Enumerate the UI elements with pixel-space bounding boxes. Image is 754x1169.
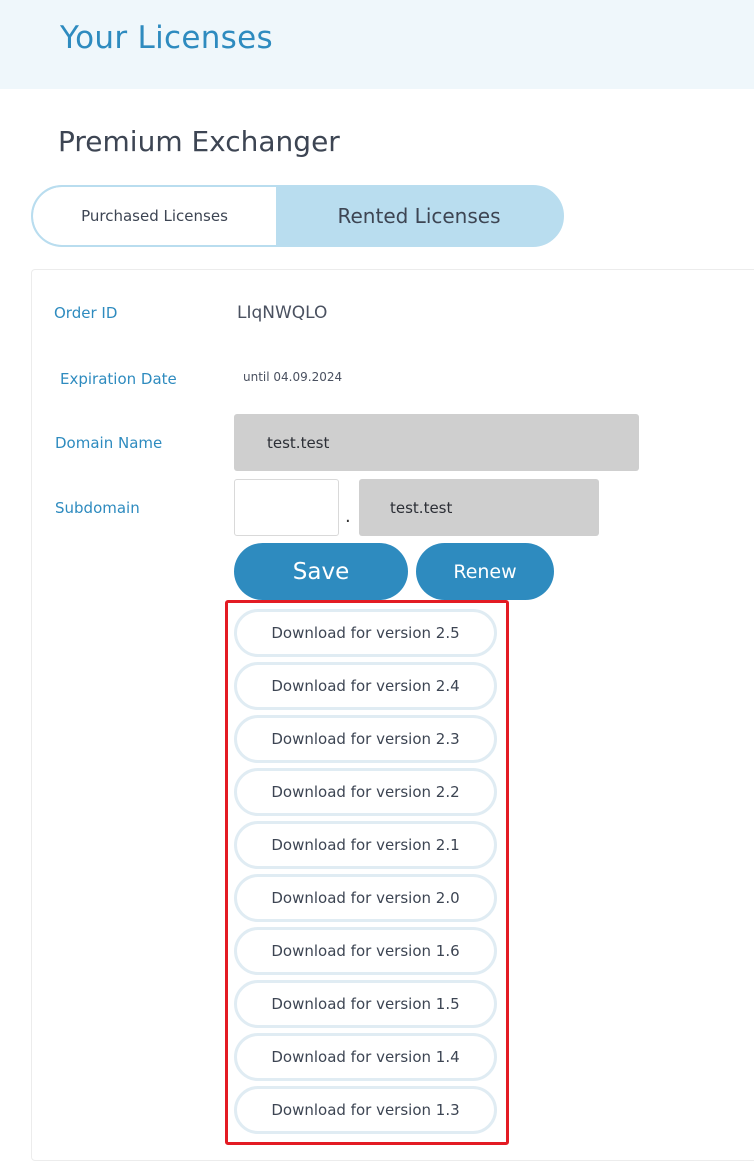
subdomain-label: Subdomain [55, 499, 140, 517]
renew-button[interactable]: Renew [416, 543, 554, 600]
tab-purchased-licenses[interactable]: Purchased Licenses [33, 187, 276, 245]
page-header: Your Licenses [0, 0, 754, 89]
expiration-date-label: Expiration Date [60, 370, 177, 388]
download-button-2-4[interactable]: Download for version 2.4 [234, 662, 497, 710]
download-button-1-6[interactable]: Download for version 1.6 [234, 927, 497, 975]
download-button-2-2[interactable]: Download for version 2.2 [234, 768, 497, 816]
product-title: Premium Exchanger [58, 125, 340, 158]
order-id-value: LIqNWQLO [237, 303, 328, 323]
subdomain-separator: . [345, 506, 351, 527]
download-button-2-1[interactable]: Download for version 2.1 [234, 821, 497, 869]
download-button-2-5[interactable]: Download for version 2.5 [234, 609, 497, 657]
domain-name-value: test.test [267, 433, 330, 452]
tab-rented-licenses[interactable]: Rented Licenses [276, 187, 562, 245]
subdomain-domain-field: test.test [359, 479, 599, 536]
download-button-2-3[interactable]: Download for version 2.3 [234, 715, 497, 763]
download-button-1-5[interactable]: Download for version 1.5 [234, 980, 497, 1028]
download-button-1-3[interactable]: Download for version 1.3 [234, 1086, 497, 1134]
expiration-date-value: until 04.09.2024 [243, 370, 343, 384]
license-type-tabs: Purchased Licenses Rented Licenses [31, 185, 564, 247]
subdomain-input[interactable] [234, 479, 339, 536]
download-button-1-4[interactable]: Download for version 1.4 [234, 1033, 497, 1081]
download-button-2-0[interactable]: Download for version 2.0 [234, 874, 497, 922]
page-title: Your Licenses [60, 20, 273, 56]
save-button[interactable]: Save [234, 543, 408, 600]
domain-name-label: Domain Name [55, 434, 163, 452]
subdomain-domain-value: test.test [390, 498, 453, 517]
order-id-label: Order ID [54, 304, 118, 322]
domain-name-field: test.test [234, 414, 639, 471]
